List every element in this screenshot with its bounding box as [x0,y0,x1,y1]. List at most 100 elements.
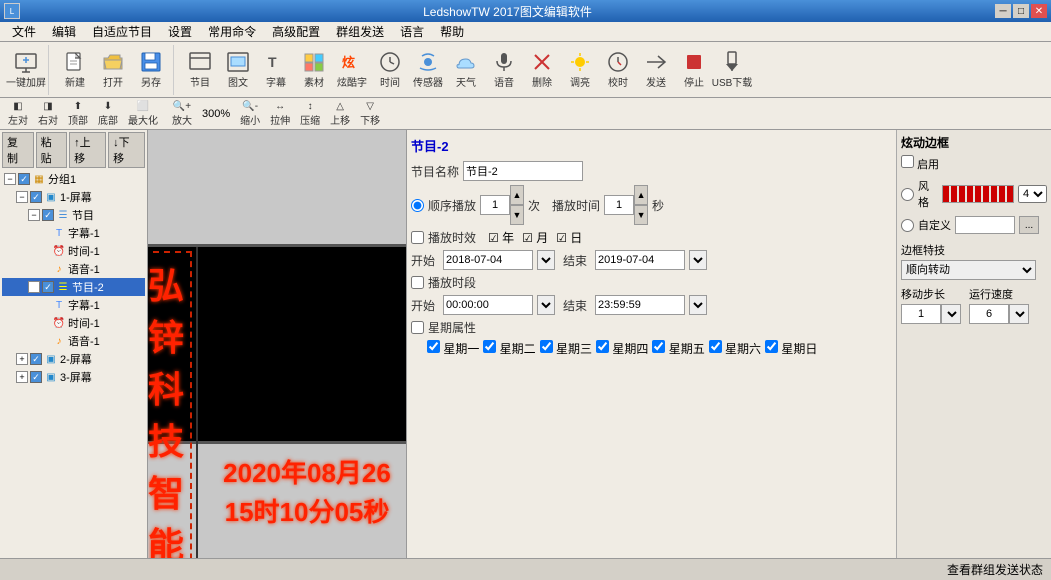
check-screen3[interactable]: ✓ [30,371,42,383]
时间-button[interactable]: 时间 [372,48,408,92]
调亮-button[interactable]: 调亮 [562,48,598,92]
compress-button[interactable]: ↕压缩 [296,100,324,128]
canvas-down-button[interactable]: ▽下移 [356,100,384,128]
play-time-checkbox[interactable] [411,231,424,244]
zoom-out-button[interactable]: 🔍-缩小 [236,100,264,128]
stretch-button[interactable]: ↔拉伸 [266,100,294,128]
move-step-select[interactable]: ▼ [941,304,961,324]
USB下载-button[interactable]: USB下载 [714,48,750,92]
传感器-button[interactable]: 传感器 [410,48,446,92]
fri-checkbox[interactable] [652,340,665,353]
program-name-input[interactable] [463,161,583,181]
素材-button[interactable]: 素材 [296,48,332,92]
底部-align-button[interactable]: ⬇底部 [94,100,122,128]
tree-item-voice1[interactable]: ♪语音-1 [2,260,145,278]
duration-up-btn[interactable]: ▲ [634,185,648,205]
expand-screen2[interactable]: + [16,353,28,365]
删除-button[interactable]: 删除 [524,48,560,92]
menu-item-文件[interactable]: 文件 [4,21,44,42]
tree-item-time2[interactable]: ⏰时间-1 [2,314,145,332]
copy-button[interactable]: 复制 [2,132,34,168]
play-count-input[interactable] [480,195,510,215]
tree-item-screen2[interactable]: +✓▣2-屏幕 [2,350,145,368]
wed-checkbox[interactable] [540,340,553,353]
tree-item-time1[interactable]: ⏰时间-1 [2,242,145,260]
fx-enable-checkbox[interactable] [901,155,914,168]
time-slot-checkbox[interactable] [411,276,424,289]
canvas-up-button[interactable]: △上移 [326,100,354,128]
字幕-button[interactable]: T字幕 [258,48,294,92]
tree-item-screen3[interactable]: +✓▣3-屏幕 [2,368,145,386]
maximize-button[interactable]: □ [1013,4,1029,18]
zoom-in-button[interactable]: 🔍+放大 [168,100,196,128]
最大化-align-button[interactable]: ⬜最大化 [124,100,162,128]
右对-align-button[interactable]: ◨右对 [34,100,62,128]
start-date-dropdown[interactable] [537,250,555,270]
fx-custom-input[interactable] [955,216,1015,234]
check-screen2[interactable]: ✓ [30,353,42,365]
save-button[interactable]: 另存 [133,48,169,92]
paste-button[interactable]: 粘贴 [36,132,68,168]
border-effect-select[interactable]: 顺向转动 [901,260,1036,280]
time-end-input[interactable] [595,295,685,315]
time-end-dropdown[interactable] [689,295,707,315]
expand-program2[interactable]: − [28,281,40,293]
weekday-checkbox[interactable] [411,321,424,334]
顶部-align-button[interactable]: ⬆顶部 [64,100,92,128]
menu-item-帮助[interactable]: 帮助 [432,21,472,42]
move-down-button[interactable]: ↓下移 [108,132,145,168]
expand-screen1[interactable]: − [16,191,28,203]
expand-program1[interactable]: − [28,209,40,221]
fx-style-radio[interactable] [901,188,914,201]
close-button[interactable]: ✕ [1031,4,1047,18]
tree-item-screen1[interactable]: −✓▣1-屏幕 [2,188,145,206]
停止-button[interactable]: 停止 [676,48,712,92]
menu-item-自适应节目[interactable]: 自适应节目 [84,21,160,42]
new-button[interactable]: 新建 [57,48,93,92]
tree-item-char1[interactable]: T字幕-1 [2,224,145,242]
play-duration-input[interactable] [604,195,634,215]
sat-checkbox[interactable] [709,340,722,353]
check-screen1[interactable]: ✓ [30,191,42,203]
fx-custom-radio[interactable] [901,219,914,232]
expand-group1[interactable]: − [4,173,16,185]
end-date-input[interactable] [595,250,685,270]
speed-input[interactable] [969,304,1009,324]
start-date-input[interactable] [443,250,533,270]
count-up-btn[interactable]: ▲ [510,185,524,205]
menu-item-高级配置[interactable]: 高级配置 [264,21,328,42]
tue-checkbox[interactable] [483,340,496,353]
menu-item-群组发送[interactable]: 群组发送 [328,21,392,42]
duration-down-btn[interactable]: ▼ [634,205,648,225]
节目-button[interactable]: 节目 [182,48,218,92]
tree-item-group1[interactable]: −✓▦分组1 [2,170,145,188]
minimize-button[interactable]: ─ [995,4,1011,18]
tree-item-char2[interactable]: T字幕-1 [2,296,145,314]
tree-item-program1[interactable]: −✓☰节目 [2,206,145,224]
语音-button[interactable]: 语音 [486,48,522,92]
time-start-input[interactable] [443,295,533,315]
count-down-btn[interactable]: ▼ [510,205,524,225]
左对-align-button[interactable]: ◧左对 [4,100,32,128]
图文-button[interactable]: 图文 [220,48,256,92]
发送-button[interactable]: 发送 [638,48,674,92]
炫酷字-button[interactable]: 炫炫酷字 [334,48,370,92]
add-screen-button[interactable]: 一键加屏 [8,48,44,92]
校时-button[interactable]: 校时 [600,48,636,92]
speed-select[interactable]: ▼ [1009,304,1029,324]
time-start-dropdown[interactable] [537,295,555,315]
天气-button[interactable]: 天气 [448,48,484,92]
tree-item-program2[interactable]: −✓☰节目-2 [2,278,145,296]
check-program2[interactable]: ✓ [42,281,54,293]
expand-screen3[interactable]: + [16,371,28,383]
menu-item-编辑[interactable]: 编辑 [44,21,84,42]
fx-style-select[interactable]: 4 [1018,185,1047,203]
thu-checkbox[interactable] [596,340,609,353]
move-step-input[interactable] [901,304,941,324]
menu-item-设置[interactable]: 设置 [160,21,200,42]
menu-item-常用命令[interactable]: 常用命令 [200,21,264,42]
fx-custom-browse-button[interactable]: ... [1019,216,1039,234]
sun-checkbox[interactable] [765,340,778,353]
check-program1[interactable]: ✓ [42,209,54,221]
check-group1[interactable]: ✓ [18,173,30,185]
